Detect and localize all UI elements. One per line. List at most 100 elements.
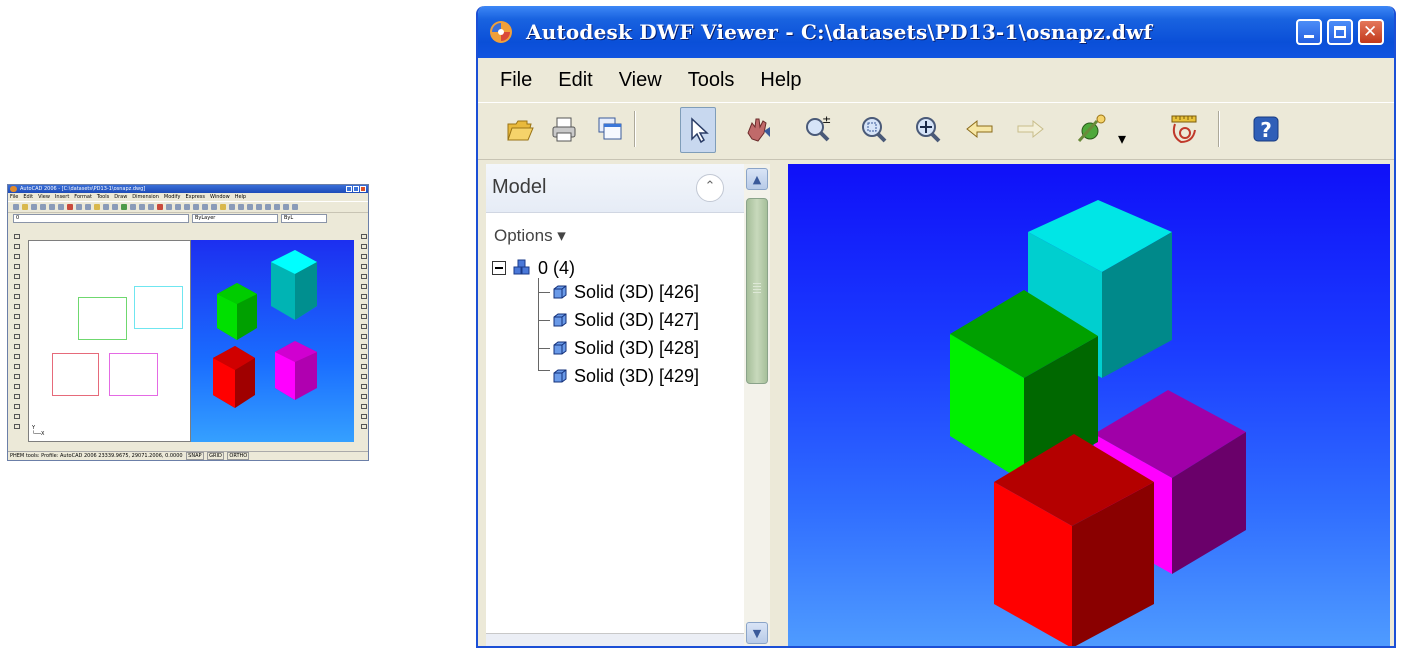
layer-group-icon xyxy=(513,259,530,275)
autocad-menu-modify[interactable]: Modify xyxy=(164,193,181,201)
autocad-title-bar: AutoCAD 2006 - [C:\datasets\PD13-1\osnap… xyxy=(8,185,368,193)
print-button[interactable] xyxy=(546,109,582,149)
autocad-menu-insert[interactable]: Insert xyxy=(55,193,69,201)
autocad-menu-dimension[interactable]: Dimension xyxy=(132,193,159,201)
menu-edit[interactable]: Edit xyxy=(558,69,592,92)
solid-cube-icon xyxy=(553,341,567,355)
options-menu[interactable]: Options ▾ xyxy=(494,226,566,246)
autocad-linetype-dropdown[interactable]: ByL xyxy=(281,213,327,223)
zoom-rectangle-button[interactable] xyxy=(856,109,892,149)
autocad-menu-window[interactable]: Window xyxy=(210,193,230,201)
menu-help[interactable]: Help xyxy=(760,69,801,92)
tree-item-label: Solid (3D) [426] xyxy=(574,282,700,302)
fit-to-window-icon xyxy=(916,117,941,143)
maximize-button[interactable] xyxy=(1327,19,1353,45)
autocad-color-dropdown[interactable]: ByLayer xyxy=(192,213,278,223)
autocad-status-bar: PHEM tools: Profile: AutoCAD 2006 23339.… xyxy=(8,451,368,460)
copy-button[interactable] xyxy=(592,109,628,149)
autocad-standard-toolbar[interactable] xyxy=(8,201,368,213)
autocad-menu-draw[interactable]: Draw xyxy=(114,193,127,201)
main-toolbar: ± ▾ ? xyxy=(478,102,1394,160)
title-bar[interactable]: Autodesk DWF Viewer - C:\datasets\PD13-1… xyxy=(478,6,1394,58)
orbit-button[interactable] xyxy=(1074,109,1110,149)
orbit-dropdown-arrow-icon[interactable]: ▾ xyxy=(1118,129,1126,148)
ortho-toggle[interactable]: ORTHO xyxy=(227,452,250,460)
autocad-title-text: AutoCAD 2006 - [C:\datasets\PD13-1\osnap… xyxy=(20,186,146,192)
pan-hand-icon xyxy=(747,118,770,142)
solid-cube-icon xyxy=(553,313,567,327)
tree-connector xyxy=(538,370,550,371)
tree-item-label: Solid (3D) [427] xyxy=(574,310,700,330)
menu-file[interactable]: File xyxy=(500,69,532,92)
autocad-3d-cubes xyxy=(213,250,317,408)
ucs-icon: Y └──X xyxy=(32,425,45,437)
forward-arrow-icon xyxy=(1017,119,1044,139)
autocad-menu-format[interactable]: Format xyxy=(74,193,92,201)
autocad-menu-help[interactable]: Help xyxy=(235,193,246,201)
tree-item-label: Solid (3D) [429] xyxy=(574,366,700,386)
back-button[interactable] xyxy=(962,109,998,149)
dwf-app-icon xyxy=(490,21,512,43)
autocad-layer-dropdown[interactable]: 0 xyxy=(13,213,189,223)
tree-item-solid-426[interactable]: Solid (3D) [426] xyxy=(552,278,699,306)
menu-view[interactable]: View xyxy=(619,69,662,92)
autocad-caption-buttons[interactable] xyxy=(346,186,366,192)
tree-item-solid-428[interactable]: Solid (3D) [428] xyxy=(552,334,699,362)
menu-tools[interactable]: Tools xyxy=(688,69,735,92)
green-outline-square xyxy=(78,297,127,340)
minimize-button[interactable] xyxy=(1296,19,1322,45)
autocad-menu-tools[interactable]: Tools xyxy=(97,193,109,201)
panel-scrollbar[interactable]: ▲ ▼ xyxy=(744,164,770,646)
solid-cube-icon xyxy=(553,369,567,383)
scroll-up-button[interactable]: ▲ xyxy=(746,168,768,190)
autocad-menu-bar: File Edit View Insert Format Tools Draw … xyxy=(8,193,368,201)
menu-bar: File Edit View Tools Help xyxy=(478,58,1394,102)
autocad-menu-edit[interactable]: Edit xyxy=(23,193,33,201)
tree-connector xyxy=(538,292,550,293)
tree-item-solid-429[interactable]: Solid (3D) [429] xyxy=(552,362,699,390)
pan-button[interactable] xyxy=(740,109,776,149)
toolbar-separator xyxy=(1218,111,1220,147)
orbit-icon xyxy=(1077,114,1106,143)
autocad-3d-viewport[interactable] xyxy=(191,240,354,442)
cyan-outline-square xyxy=(134,286,183,329)
help-icon: ? xyxy=(1253,116,1279,142)
close-button[interactable] xyxy=(1358,19,1384,45)
collapse-expander-icon[interactable] xyxy=(492,261,506,275)
autocad-menu-express[interactable]: Express xyxy=(185,193,205,201)
autocad-layers-toolbar: 0 ByLayer ByL xyxy=(8,213,368,223)
scroll-down-button[interactable]: ▼ xyxy=(746,622,768,644)
open-button[interactable] xyxy=(502,109,538,149)
forward-button[interactable] xyxy=(1012,109,1048,149)
tree-connector xyxy=(538,320,550,321)
autocad-coordinates: PHEM tools: Profile: AutoCAD 2006 23339.… xyxy=(10,453,183,459)
autocad-menu-file[interactable]: File xyxy=(10,193,18,201)
model-viewport[interactable] xyxy=(788,164,1390,646)
back-arrow-icon xyxy=(966,119,993,139)
scroll-thumb[interactable] xyxy=(746,198,768,384)
svg-text:±: ± xyxy=(822,113,831,126)
collapse-panel-button[interactable]: ⌃ xyxy=(696,174,724,202)
grid-toggle[interactable]: GRID xyxy=(207,452,224,460)
solid-cube-icon xyxy=(553,285,567,299)
autocad-draw-toolbar[interactable] xyxy=(9,232,25,434)
svg-text:?: ? xyxy=(1260,118,1272,142)
window-title: Autodesk DWF Viewer - C:\datasets\PD13-1… xyxy=(526,20,1153,44)
autocad-2d-viewport[interactable]: Y └──X xyxy=(28,240,191,442)
zoom-icon: ± xyxy=(806,113,831,142)
autocad-menu-view[interactable]: View xyxy=(38,193,50,201)
autocad-window: AutoCAD 2006 - [C:\datasets\PD13-1\osnap… xyxy=(7,184,369,461)
measure-button[interactable] xyxy=(1166,109,1202,149)
dwf-viewer-window: Autodesk DWF Viewer - C:\datasets\PD13-1… xyxy=(476,6,1396,648)
snap-toggle[interactable]: SNAP xyxy=(186,452,204,460)
autocad-app-icon xyxy=(10,186,17,192)
autocad-modify-toolbar[interactable] xyxy=(358,232,368,434)
fit-to-window-button[interactable] xyxy=(910,109,946,149)
help-button[interactable]: ? xyxy=(1248,109,1284,149)
zoom-button[interactable]: ± xyxy=(800,109,836,149)
tree-item-solid-427[interactable]: Solid (3D) [427] xyxy=(552,306,699,334)
cubes-scene xyxy=(950,200,1246,646)
select-button[interactable] xyxy=(680,107,716,153)
panel-bottom-bar xyxy=(486,633,744,646)
magenta-outline-square xyxy=(109,353,158,396)
